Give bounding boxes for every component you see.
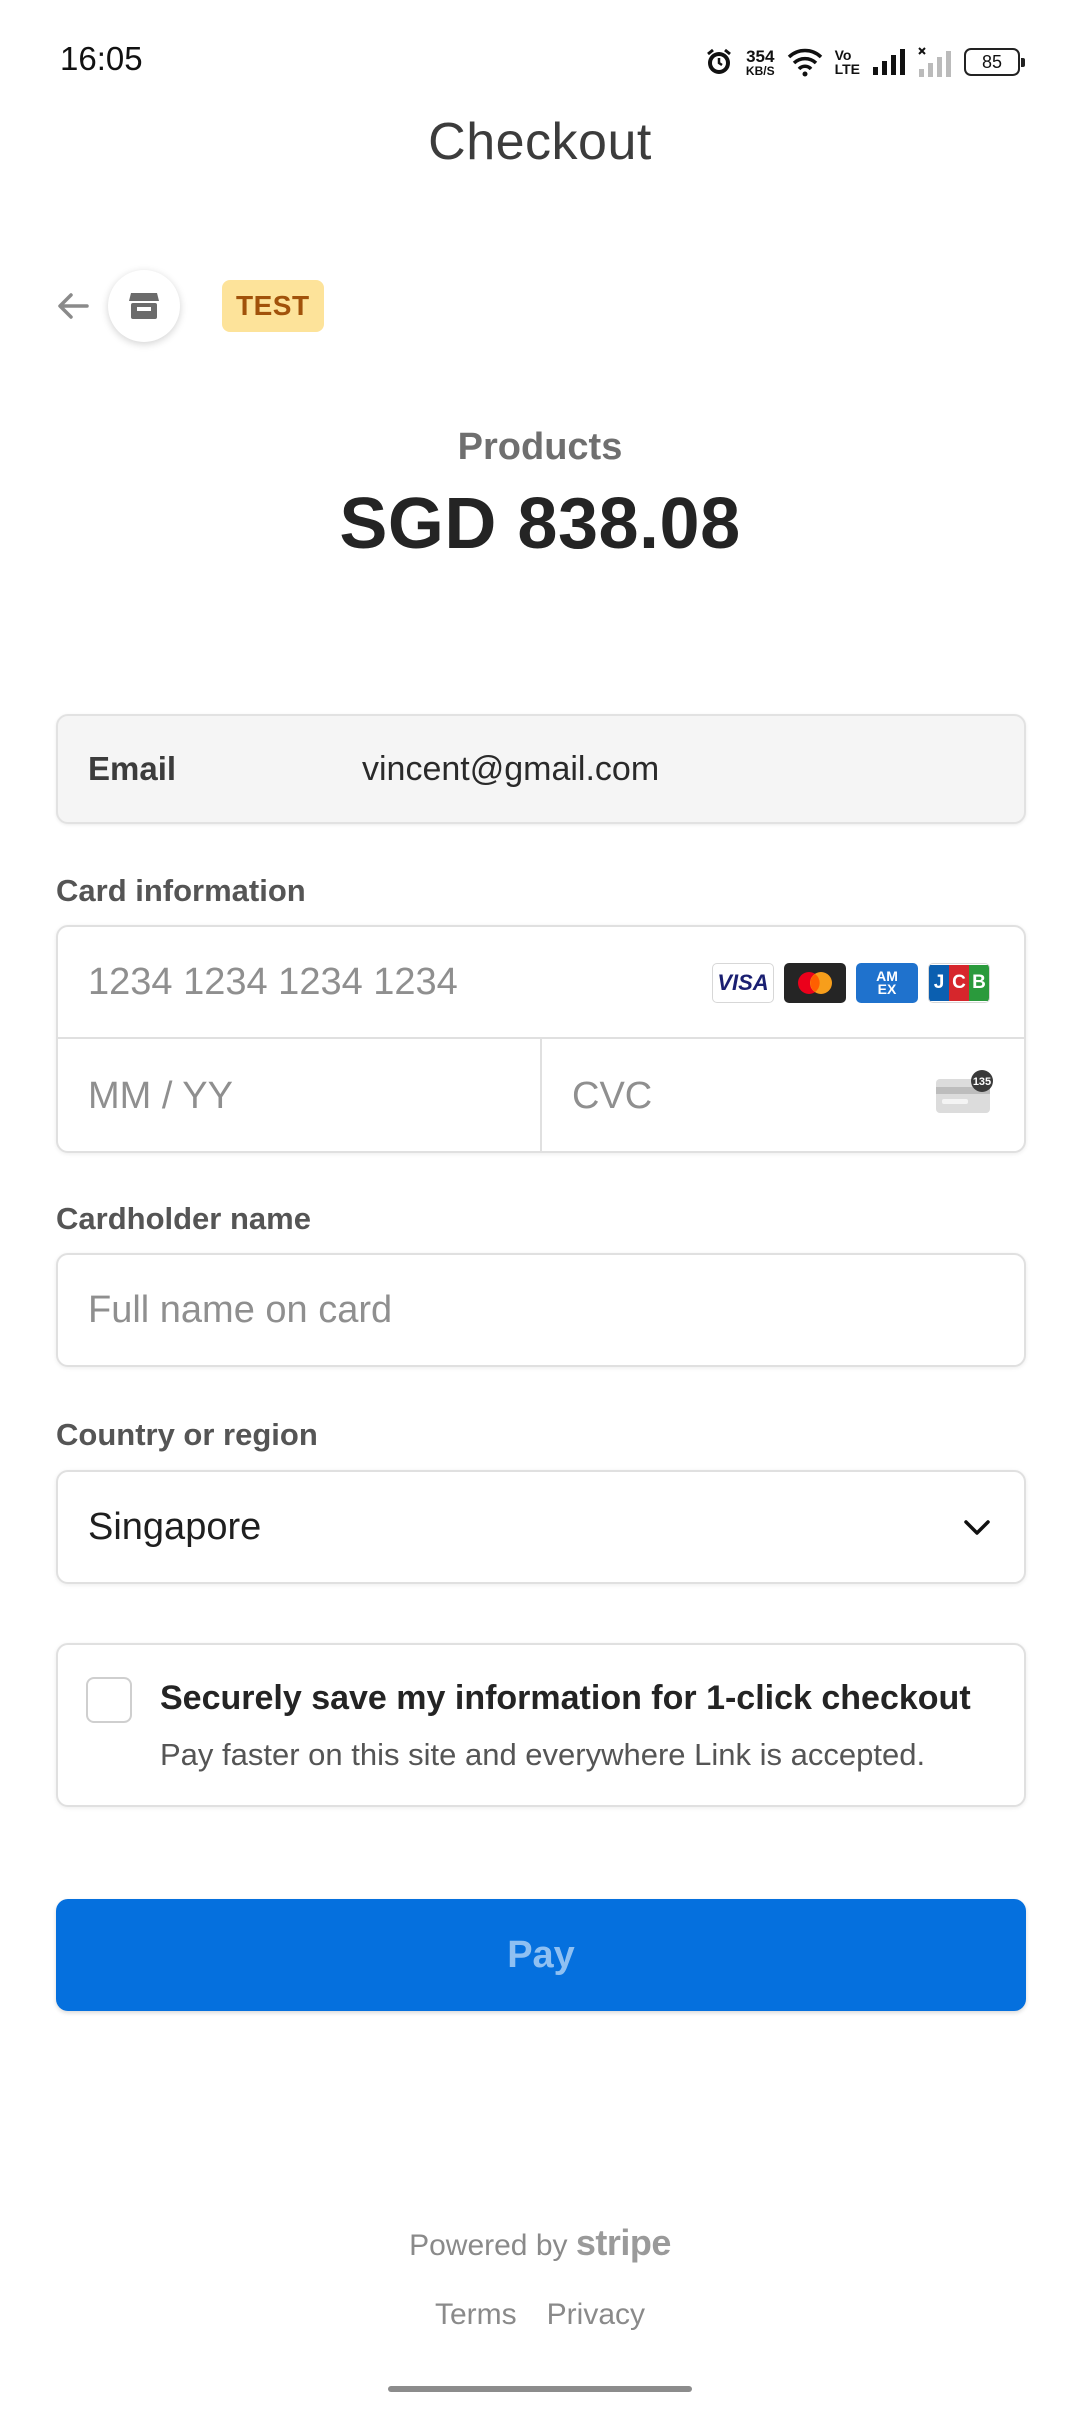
amex-icon: AM EX (856, 963, 918, 1003)
save-info-panel: Securely save my information for 1-click… (56, 1643, 1026, 1807)
powered-by-stripe[interactable]: Powered by stripe (0, 2222, 1080, 2264)
mastercard-icon (784, 963, 846, 1003)
signal-icon (872, 49, 906, 75)
page-title: Checkout (428, 113, 652, 171)
email-value: vincent@gmail.com (362, 749, 660, 788)
alarm-icon (704, 47, 734, 77)
terms-link[interactable]: Terms (435, 2298, 517, 2332)
expiry-input[interactable]: MM / YY (58, 1039, 542, 1151)
country-select[interactable]: Singapore (56, 1470, 1026, 1584)
svg-text:135: 135 (973, 1076, 991, 1088)
cardholder-name-input[interactable]: Full name on card (56, 1253, 1026, 1367)
expiry-placeholder: MM / YY (88, 1074, 233, 1117)
battery-icon: 85 (964, 48, 1025, 76)
save-info-subtitle: Pay faster on this site and everywhere L… (160, 1737, 926, 1772)
cardholder-name-placeholder: Full name on card (88, 1288, 393, 1331)
save-info-title: Securely save my information for 1-click… (160, 1679, 971, 1717)
total-amount: SGD 838.08 (339, 484, 741, 564)
cardholder-name-label: Cardholder name (56, 1201, 311, 1236)
test-mode-badge: TEST (222, 280, 324, 332)
arrow-left-icon (58, 293, 89, 319)
cvc-input[interactable]: CVC 135 (542, 1039, 1024, 1151)
volte-icon: Vo LTE (834, 47, 860, 77)
stripe-logo: stripe (575, 2222, 672, 2263)
card-number-input[interactable]: 1234 1234 1234 1234 VISA AM EX J C B (58, 927, 1024, 1039)
email-field[interactable]: Email vincent@gmail.com (56, 714, 1026, 824)
country-value: Singapore (88, 1505, 262, 1548)
cvc-card-icon: 135 (934, 1069, 996, 1120)
signal-no-service-icon (918, 47, 952, 77)
net-speed: 354 KB/S (745, 46, 775, 78)
visa-icon: VISA (712, 963, 774, 1003)
status-bar: 16:05 354 KB/S Vo LTE 85 (0, 0, 1080, 110)
back-button[interactable] (48, 281, 98, 331)
jcb-icon: J C B (928, 963, 990, 1003)
country-label: Country or region (56, 1417, 318, 1452)
chevron-down-icon (960, 1510, 994, 1549)
wifi-icon (787, 47, 823, 77)
pay-button[interactable]: Pay (56, 1899, 1026, 2011)
merchant-row: TEST (48, 268, 324, 344)
home-indicator[interactable] (388, 2386, 692, 2392)
card-number-placeholder: 1234 1234 1234 1234 (88, 960, 458, 1003)
email-label: Email (88, 750, 177, 787)
cvc-placeholder: CVC (572, 1074, 653, 1117)
footer-links: Terms Privacy (0, 2298, 1080, 2332)
privacy-link[interactable]: Privacy (547, 2298, 645, 2332)
card-information-label: Card information (56, 873, 306, 908)
card-brand-icons: VISA AM EX J C B (712, 963, 990, 1003)
store-icon (129, 293, 159, 319)
store-avatar (108, 270, 180, 342)
status-icons: 354 KB/S Vo LTE 85 (704, 42, 1025, 82)
status-time: 16:05 (60, 40, 143, 77)
save-info-checkbox[interactable] (86, 1677, 132, 1723)
powered-by-text: Powered by (409, 2229, 568, 2262)
card-information-group: 1234 1234 1234 1234 VISA AM EX J C B MM … (56, 925, 1026, 1153)
products-label: Products (457, 426, 623, 468)
